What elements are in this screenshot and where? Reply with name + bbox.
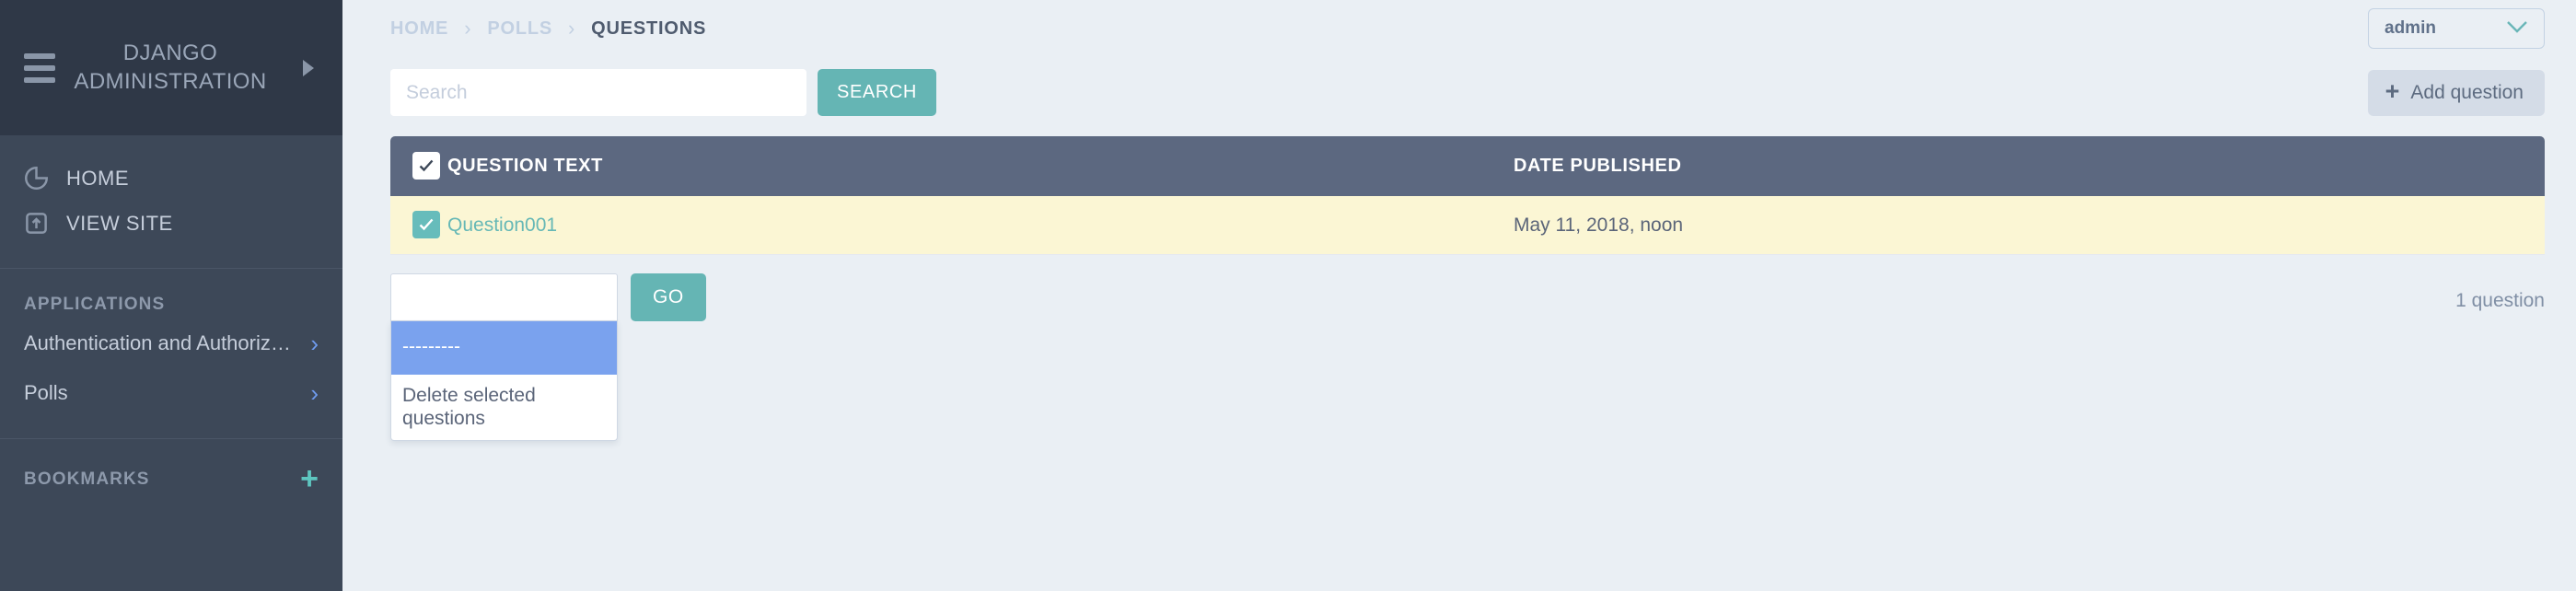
table-header-row: QUESTION TEXT DATE PUBLISHED <box>390 136 2545 196</box>
brand-title: DJANGO ADMINISTRATION <box>74 40 267 94</box>
breadcrumb: HOME › POLLS › QUESTIONS <box>390 17 706 41</box>
cell-question-text: Question001 <box>447 196 1514 255</box>
breadcrumb-item-home[interactable]: HOME <box>390 18 448 40</box>
toolbar: SEARCH + Add question <box>342 69 2576 116</box>
actions-row: --------- Delete selected questions GO 1… <box>390 273 2545 442</box>
bookmarks-section-label: BOOKMARKS <box>24 469 150 489</box>
select-all-header <box>390 136 447 196</box>
question-link[interactable]: Question001 <box>447 214 557 236</box>
action-select-combobox: --------- Delete selected questions <box>390 273 618 442</box>
table-head: QUESTION TEXT DATE PUBLISHED <box>390 136 2545 196</box>
action-option-blank[interactable]: --------- <box>391 321 617 375</box>
user-name-label: admin <box>2385 18 2436 38</box>
breadcrumb-separator: › <box>464 17 472 40</box>
sidebar-header: DJANGO ADMINISTRATION <box>0 0 342 135</box>
user-menu-dropdown[interactable]: admin <box>2368 8 2545 49</box>
breadcrumb-item-polls[interactable]: POLLS <box>487 18 552 40</box>
search-input[interactable] <box>390 69 806 116</box>
select-all-checkbox[interactable] <box>412 152 440 180</box>
plus-icon: + <box>2385 76 2400 105</box>
open-external-icon <box>24 211 66 236</box>
sidebar-app-label: Polls <box>24 381 68 404</box>
sidebar-app-polls[interactable]: Polls › <box>0 368 342 418</box>
plus-icon[interactable]: + <box>300 463 319 494</box>
column-header-date-published[interactable]: DATE PUBLISHED <box>1514 136 2545 196</box>
bookmarks-section: BOOKMARKS + <box>0 439 342 503</box>
topbar: HOME › POLLS › QUESTIONS admin <box>342 0 2576 57</box>
sidebar-nav: HOME VIEW SITE <box>0 135 342 268</box>
results-table-wrapper: QUESTION TEXT DATE PUBLISHED Question001 <box>390 136 2545 255</box>
chevron-right-icon: › <box>310 330 319 357</box>
sidebar-item-label: HOME <box>66 166 129 190</box>
sidebar-item-label: VIEW SITE <box>66 211 173 235</box>
go-button[interactable]: GO <box>631 273 706 321</box>
main-content: HOME › POLLS › QUESTIONS admin SEARCH + … <box>342 0 2576 591</box>
result-count-label: 1 question <box>2455 290 2545 311</box>
row-select-cell <box>390 196 447 255</box>
sidebar: DJANGO ADMINISTRATION HOME VIEW SITE APP… <box>0 0 342 591</box>
search-button[interactable]: SEARCH <box>818 69 936 116</box>
applications-section-label: APPLICATIONS <box>24 295 166 314</box>
search-form: SEARCH <box>390 69 936 116</box>
results-table: QUESTION TEXT DATE PUBLISHED Question001 <box>390 136 2545 255</box>
sidebar-app-authentication[interactable]: Authentication and Authoriz… › <box>0 319 342 368</box>
column-header-question-text[interactable]: QUESTION TEXT <box>447 136 1514 196</box>
sidebar-item-home[interactable]: HOME <box>0 156 342 201</box>
row-checkbox[interactable] <box>412 211 440 238</box>
add-question-button[interactable]: + Add question <box>2367 69 2545 116</box>
action-option-delete-selected-questions[interactable]: Delete selected questions <box>391 375 617 441</box>
pin-icon[interactable] <box>285 56 319 80</box>
table-body: Question001 May 11, 2018, noon <box>390 196 2545 255</box>
sidebar-item-view-site[interactable]: VIEW SITE <box>0 201 342 246</box>
hamburger-icon[interactable] <box>24 52 55 83</box>
table-row: Question001 May 11, 2018, noon <box>390 196 2545 255</box>
cell-date-published: May 11, 2018, noon <box>1514 196 2545 255</box>
django-admin-page: DJANGO ADMINISTRATION HOME VIEW SITE APP… <box>0 0 2576 591</box>
chevron-down-icon <box>2505 19 2529 39</box>
action-select-menu: --------- Delete selected questions <box>390 321 618 442</box>
action-select-input[interactable] <box>390 273 618 321</box>
breadcrumb-separator: › <box>568 17 576 40</box>
dashboard-circle-icon <box>24 166 66 191</box>
chevron-right-icon: › <box>310 379 319 407</box>
add-question-label: Add question <box>2410 81 2524 103</box>
sidebar-app-label: Authentication and Authoriz… <box>24 331 291 354</box>
breadcrumb-item-questions: QUESTIONS <box>591 17 707 39</box>
